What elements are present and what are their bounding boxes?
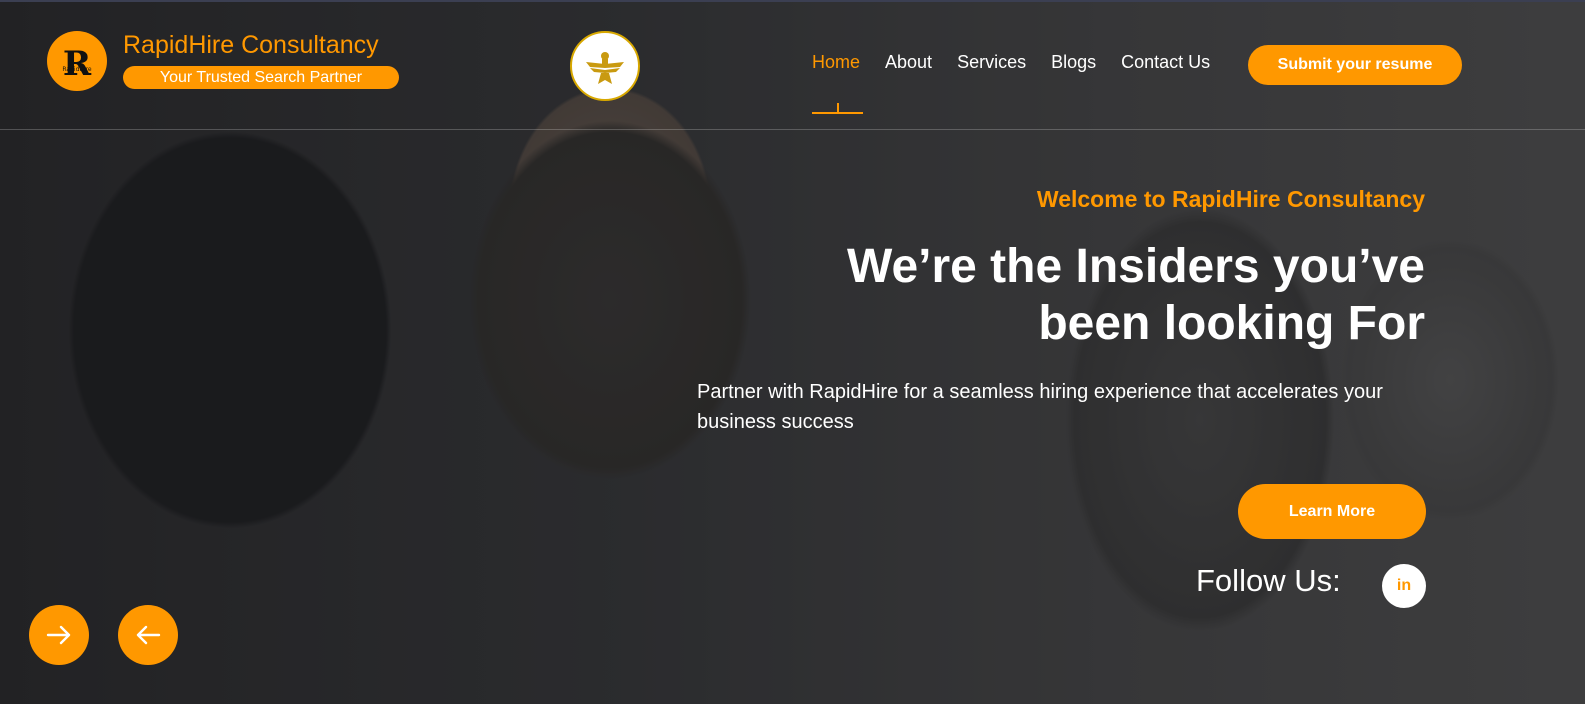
arrow-right-icon (46, 625, 71, 645)
hero-headline-line1: We’re the Insiders you’ve (847, 240, 1425, 293)
linkedin-icon[interactable]: in (1382, 564, 1426, 608)
brand-logo[interactable]: R RapidHire (47, 31, 107, 91)
hero-subtext: Partner with RapidHire for a seamless hi… (697, 381, 1383, 433)
nav-active-indicator-tick (837, 103, 839, 112)
hero-overlay (0, 0, 1585, 704)
brand-tagline: Your Trusted Search Partner (123, 66, 399, 89)
hero-headline: We’re the Insiders you’ve been looking F… (725, 238, 1425, 352)
hero-headline-line2: been looking For (1038, 297, 1425, 350)
main-nav: Home About Services Blogs Contact Us (812, 52, 1210, 73)
top-border (0, 0, 1585, 2)
arrow-left-icon (136, 625, 161, 645)
nav-home[interactable]: Home (812, 52, 860, 73)
learn-more-button[interactable]: Learn More (1238, 484, 1426, 539)
brand-logo-letter: R (62, 44, 92, 84)
nav-active-indicator (812, 112, 863, 114)
nav-services[interactable]: Services (957, 52, 1026, 73)
slider-prev-button[interactable] (118, 605, 178, 665)
slider-next-button[interactable] (29, 605, 89, 665)
nav-about[interactable]: About (885, 52, 932, 73)
nav-blogs[interactable]: Blogs (1051, 52, 1096, 73)
brand-logo-small-text: RapidHire (62, 66, 92, 73)
hero-welcome: Welcome to RapidHire Consultancy (1036, 186, 1425, 212)
nav-contact-us[interactable]: Contact Us (1121, 52, 1210, 73)
faravahar-icon (570, 31, 640, 101)
follow-us-label: Follow Us: (1196, 563, 1341, 598)
brand-name[interactable]: RapidHire Consultancy (123, 31, 379, 60)
header-divider (0, 129, 1585, 130)
submit-resume-button[interactable]: Submit your resume (1248, 45, 1462, 85)
